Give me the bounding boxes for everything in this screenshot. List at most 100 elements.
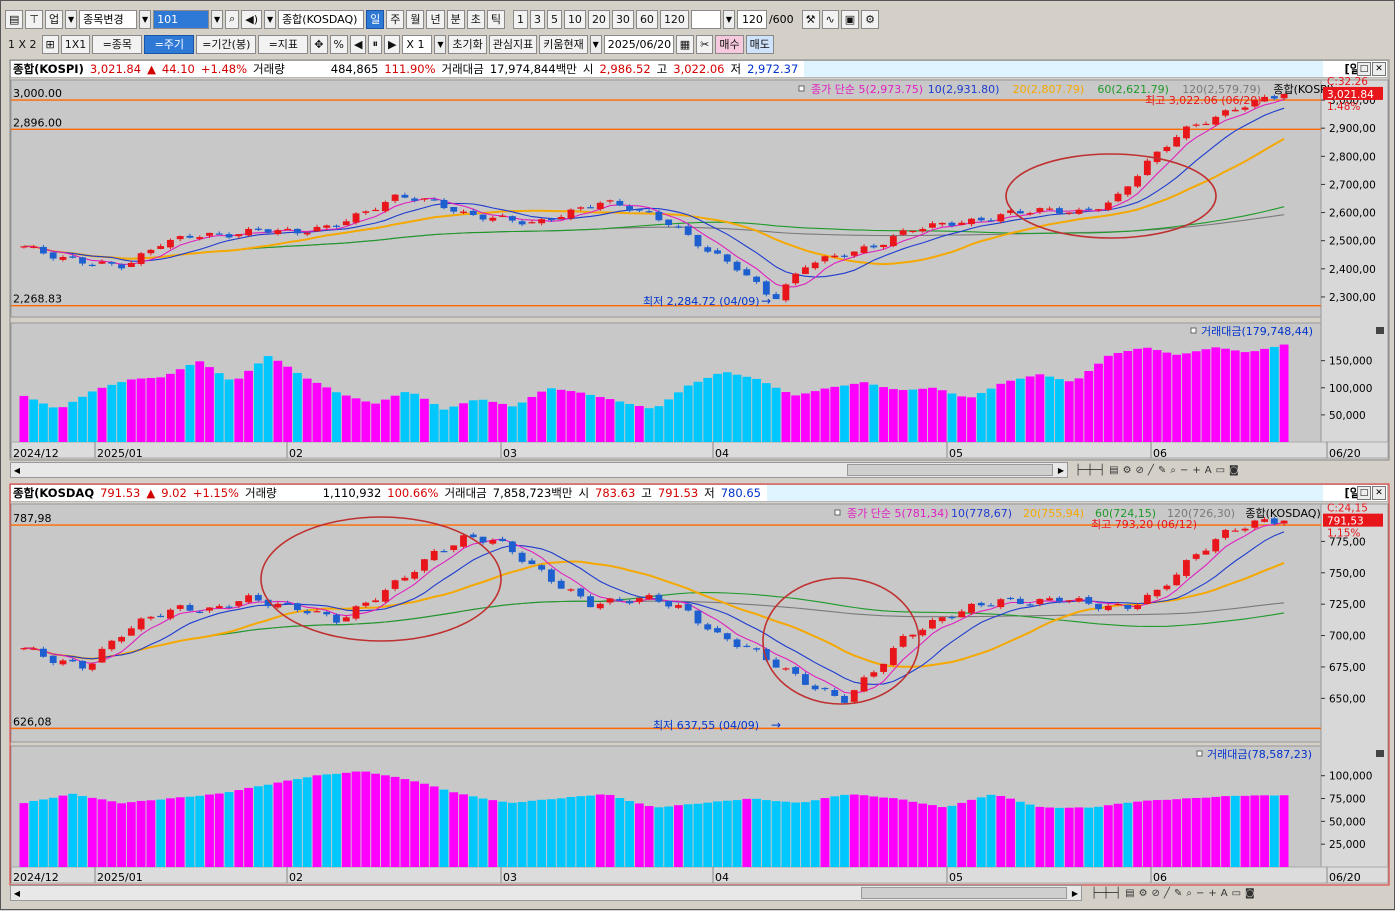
kospi-candle — [1046, 208, 1054, 210]
kosdaq-trend-icon[interactable]: ╱ — [1164, 888, 1170, 899]
kosdaq-candle — [20, 648, 28, 650]
kosdaq-plus-icon[interactable]: + — [1208, 888, 1216, 899]
kosdaq-candle — [1104, 605, 1112, 611]
kospi-plus-icon[interactable]: + — [1192, 465, 1200, 476]
kospi-candle — [694, 234, 702, 247]
kosdaq-candle — [157, 615, 165, 618]
kospi-volume-bar — [1084, 371, 1094, 442]
kospi-slider-icon[interactable]: ├─┼─┤ — [1075, 465, 1105, 476]
kosdaq-volume-bar — [869, 796, 879, 867]
kosdaq-volume-bar — [205, 794, 214, 867]
kospi-candle — [987, 220, 995, 222]
kospi-scrollbar[interactable]: ◀ ▶ — [10, 462, 1068, 478]
kosdaq-date-label: 05 — [949, 871, 963, 884]
kospi-volume-bar — [820, 388, 830, 442]
kospi-candle — [430, 199, 438, 201]
kosdaq-vol-tick-label: 25,000 — [1329, 839, 1366, 851]
kospi-volume-bar — [547, 388, 556, 442]
kospi-scroll-left-icon[interactable]: ◀ — [11, 464, 23, 476]
kospi-price-tick-label: 2,500,00 — [1329, 236, 1376, 248]
kosdaq-legend-item: 종가 단순 5(781,34) — [847, 507, 949, 520]
kosdaq-candle — [548, 569, 555, 582]
kosdaq-text-icon[interactable]: A — [1221, 888, 1228, 899]
kospi-zoom-icon[interactable]: ⌕ — [1170, 465, 1176, 476]
kospi-pencil-icon[interactable]: ✎ — [1158, 465, 1166, 476]
kospi-box-icon[interactable]: ▭ — [1216, 465, 1225, 476]
chart-surface[interactable]: 3,000,002,900,002,800,002,700,002,600,00… — [1, 1, 1395, 911]
kospi-candle — [127, 262, 135, 267]
kosdaq-gear-icon[interactable]: ⚙ — [1139, 888, 1148, 899]
kospi-candle — [303, 232, 311, 235]
kosdaq-date-label: 04 — [715, 871, 729, 884]
kospi-candle — [294, 228, 301, 234]
kospi-candle — [167, 239, 174, 248]
kospi-candle — [333, 225, 340, 227]
kosdaq-volume-bar — [1211, 796, 1221, 867]
kospi-volume-bar — [214, 373, 224, 442]
kospi-candle — [79, 257, 86, 264]
kospi-volume-bar — [761, 383, 771, 442]
kosdaq-candle — [254, 595, 262, 601]
kosdaq-volume-bar — [879, 797, 888, 867]
kosdaq-camera-icon[interactable]: ◙ — [1245, 888, 1255, 899]
kospi-volume-bar — [781, 392, 791, 442]
kospi-volume-bar — [107, 384, 117, 442]
kosdaq-candle — [1222, 529, 1229, 538]
kospi-scroll-thumb[interactable] — [847, 464, 1053, 476]
kospi-minus-icon[interactable]: − — [1180, 465, 1188, 476]
kospi-volume-bar — [537, 391, 547, 442]
kosdaq-slider-icon[interactable]: ├─┼─┤ — [1091, 888, 1121, 899]
kospi-volume-bar — [322, 387, 332, 442]
kospi-volume-bar — [840, 385, 849, 442]
kosdaq-pencil-icon[interactable]: ✎ — [1174, 888, 1182, 899]
kosdaq-low-arrow-icon: → — [771, 718, 781, 732]
kosdaq-candle — [391, 580, 399, 589]
kospi-gear-icon[interactable]: ⚙ — [1123, 465, 1132, 476]
kosdaq-volume-bar — [888, 798, 898, 867]
kospi-volume-bar — [400, 392, 410, 442]
kosdaq-candle — [421, 559, 428, 571]
kospi-candle — [342, 221, 350, 226]
kosdaq-scrollbar[interactable]: ◀ ▶ — [10, 885, 1082, 901]
kosdaq-candle — [1280, 520, 1288, 524]
kosdaq-minus-icon[interactable]: − — [1196, 888, 1204, 899]
kospi-fib-icon[interactable]: ⊘ — [1136, 465, 1144, 476]
kosdaq-date-label: 06/20 — [1329, 871, 1361, 884]
kospi-volume-bar — [732, 374, 742, 442]
kosdaq-price-tick-label: 650,00 — [1329, 693, 1366, 705]
kosdaq-scroll-left-icon[interactable]: ◀ — [11, 887, 23, 899]
kosdaq-candle — [284, 602, 292, 604]
kospi-volume-bar — [1015, 378, 1025, 442]
kosdaq-volume-bar — [332, 773, 341, 867]
kospi-candle — [548, 219, 555, 221]
kosdaq-box-icon[interactable]: ▭ — [1232, 888, 1241, 899]
kosdaq-scroll-right-icon[interactable]: ▶ — [1069, 887, 1081, 899]
kosdaq-volume-bar — [78, 796, 87, 867]
kosdaq-scroll-thumb[interactable] — [861, 887, 1067, 899]
kosdaq-chart-icon[interactable]: ▤ — [1125, 888, 1134, 899]
kosdaq-fib-icon[interactable]: ⊘ — [1152, 888, 1160, 899]
kospi-trend-icon[interactable]: ╱ — [1148, 465, 1154, 476]
kosdaq-candle — [1134, 605, 1141, 610]
kosdaq-volume-bar — [1240, 795, 1250, 867]
kospi-candle — [20, 246, 28, 248]
kospi-hline-label: 2,896.00 — [13, 116, 62, 129]
kospi-candle — [684, 226, 692, 235]
kospi-camera-icon[interactable]: ◙ — [1229, 465, 1239, 476]
kosdaq-candle — [401, 577, 409, 581]
kosdaq-pct-tag: 1,15% — [1327, 528, 1360, 540]
kospi-candle — [411, 198, 419, 201]
kospi-text-icon[interactable]: A — [1205, 465, 1212, 476]
kospi-scroll-right-icon[interactable]: ▶ — [1055, 464, 1067, 476]
kosdaq-volume-bar — [1279, 795, 1289, 867]
kosdaq-zoom-icon[interactable]: ⌕ — [1186, 888, 1192, 899]
kospi-chart-icon[interactable]: ▤ — [1109, 465, 1118, 476]
kospi-volume-bar — [1279, 344, 1289, 442]
kosdaq-candle — [753, 648, 760, 650]
kosdaq-volume-bar — [361, 771, 371, 867]
kospi-volume-bar — [996, 383, 1006, 442]
kospi-current-price-label: 3,021.84 — [1327, 89, 1374, 101]
kospi-volume-bar — [1006, 380, 1015, 442]
kospi-vol-tick-label: 150,000 — [1329, 356, 1372, 368]
kospi-candle — [1114, 193, 1122, 202]
